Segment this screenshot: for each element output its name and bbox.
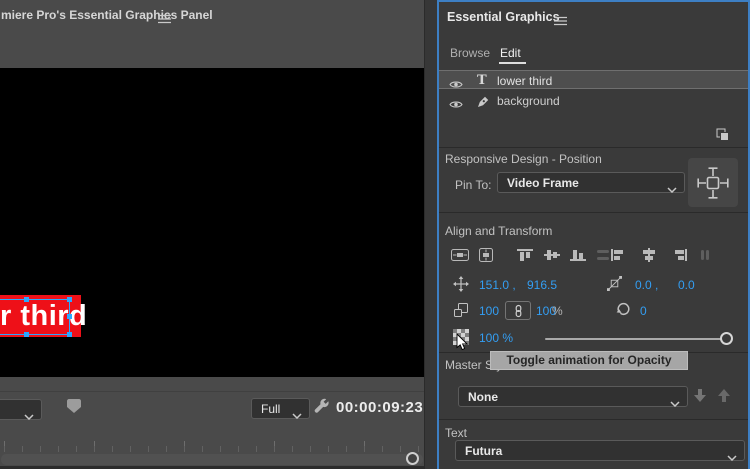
- zoom-level-dropdown[interactable]: [0, 399, 42, 421]
- new-layer-icon[interactable]: [716, 128, 729, 146]
- scrollbar-zoom-handle[interactable]: [406, 452, 419, 465]
- pull-style-up-icon[interactable]: [718, 389, 731, 403]
- selection-handle-top[interactable]: [24, 297, 29, 302]
- align-left-icon[interactable]: [609, 247, 629, 264]
- text-layer-icon: T: [477, 73, 487, 88]
- layer-name: background: [497, 94, 560, 108]
- section-divider: [439, 419, 748, 420]
- align-bottom-icon[interactable]: [568, 247, 588, 264]
- monitor-tab-title[interactable]: miere Pro's Essential Graphics Panel: [1, 8, 213, 22]
- selection-handle-right[interactable]: [67, 314, 72, 319]
- text-section-heading: Text: [445, 426, 468, 440]
- scale-icon[interactable]: [453, 302, 469, 323]
- align-center-vertically-icon[interactable]: [476, 247, 496, 264]
- anchor-y-value[interactable]: 0.0: [678, 278, 695, 292]
- pin-diagram-icon: [697, 167, 729, 199]
- video-canvas[interactable]: r third: [0, 68, 424, 377]
- opacity-value[interactable]: 100 %: [479, 331, 513, 345]
- premiere-workspace: miere Pro's Essential Graphics Panel r t…: [0, 0, 750, 469]
- active-tab-underline: [499, 62, 526, 64]
- selection-handle-bottom[interactable]: [24, 332, 29, 337]
- mouse-cursor-icon: [456, 332, 469, 357]
- panel-title: Essential Graphics: [447, 10, 560, 24]
- layer-name: lower third: [497, 74, 553, 88]
- monitor-scrollbar[interactable]: [1, 454, 423, 465]
- master-styles-value: None: [468, 390, 498, 404]
- tab-edit[interactable]: Edit: [500, 46, 521, 60]
- anchor-x-value[interactable]: 0.0 ,: [635, 278, 658, 292]
- align-vertical-center-icon[interactable]: [542, 247, 562, 264]
- align-top-icon[interactable]: [515, 247, 535, 264]
- chevron-down-icon: [667, 180, 677, 198]
- monitor-divider: [0, 391, 424, 392]
- align-horizontal-center-icon[interactable]: [639, 247, 659, 264]
- rotation-value[interactable]: 0: [640, 304, 647, 318]
- push-style-down-icon[interactable]: [694, 389, 707, 403]
- align-transform-heading: Align and Transform: [445, 224, 553, 238]
- layer-row-lower-third[interactable]: T lower third: [439, 70, 748, 89]
- program-monitor-panel: miere Pro's Essential Graphics Panel r t…: [0, 0, 424, 469]
- link-scale-toggle[interactable]: [505, 301, 531, 320]
- pin-to-dropdown[interactable]: Video Frame: [497, 172, 685, 194]
- section-divider: [439, 147, 748, 148]
- selection-handle-bottom-right[interactable]: [67, 332, 72, 337]
- chain-link-icon: [515, 304, 521, 318]
- panel-menu-icon[interactable]: [158, 11, 171, 29]
- pin-to-label: Pin To:: [455, 178, 492, 192]
- opacity-slider-track[interactable]: [545, 338, 727, 340]
- position-y-value[interactable]: 916.5: [527, 278, 557, 292]
- visibility-eye-icon[interactable]: [449, 96, 463, 114]
- playback-resolution-value: Full: [261, 402, 281, 416]
- pen-shape-layer-icon: [477, 95, 489, 113]
- font-family-value: Futura: [465, 444, 503, 458]
- opacity-slider-handle[interactable]: [720, 332, 733, 345]
- add-marker-icon[interactable]: [66, 398, 82, 419]
- panel-menu-icon[interactable]: [554, 13, 567, 31]
- chevron-down-icon: [24, 407, 34, 425]
- playback-resolution-dropdown[interactable]: Full: [251, 398, 310, 420]
- tab-browse[interactable]: Browse: [450, 46, 490, 60]
- align-center-horizontally-icon[interactable]: [450, 247, 470, 264]
- chevron-down-icon: [670, 394, 680, 412]
- panel-gutter: [424, 0, 438, 469]
- position-x-value[interactable]: 151.0 ,: [479, 278, 516, 292]
- layer-row-background[interactable]: background: [439, 91, 748, 110]
- rotation-icon[interactable]: [615, 301, 631, 322]
- settings-wrench-icon[interactable]: [313, 398, 330, 420]
- essential-graphics-panel: Essential Graphics Browse Edit T lower t…: [437, 0, 750, 469]
- anchor-point-icon[interactable]: [607, 276, 622, 296]
- master-styles-dropdown[interactable]: None: [458, 386, 688, 408]
- responsive-design-heading: Responsive Design - Position: [445, 152, 602, 166]
- chevron-down-icon: [727, 448, 737, 466]
- current-timecode[interactable]: 00:00:09:23: [336, 399, 423, 416]
- monitor-time-ruler[interactable]: [4, 441, 422, 452]
- font-family-dropdown[interactable]: Futura: [455, 440, 745, 462]
- tooltip: Toggle animation for Opacity: [490, 351, 688, 370]
- pin-to-value: Video Frame: [507, 176, 579, 190]
- pin-anchor-widget[interactable]: [688, 158, 738, 207]
- chevron-down-icon: [292, 406, 302, 424]
- selection-handle-top-right[interactable]: [67, 297, 72, 302]
- distribute-horizontally-icon[interactable]: [695, 247, 715, 264]
- selection-bounding-box[interactable]: [0, 297, 72, 337]
- section-divider: [439, 212, 748, 213]
- align-right-icon[interactable]: [669, 247, 689, 264]
- scale-unit-label: %: [552, 304, 563, 318]
- position-move-icon[interactable]: [453, 276, 469, 297]
- scale-x-value[interactable]: 100: [479, 304, 499, 318]
